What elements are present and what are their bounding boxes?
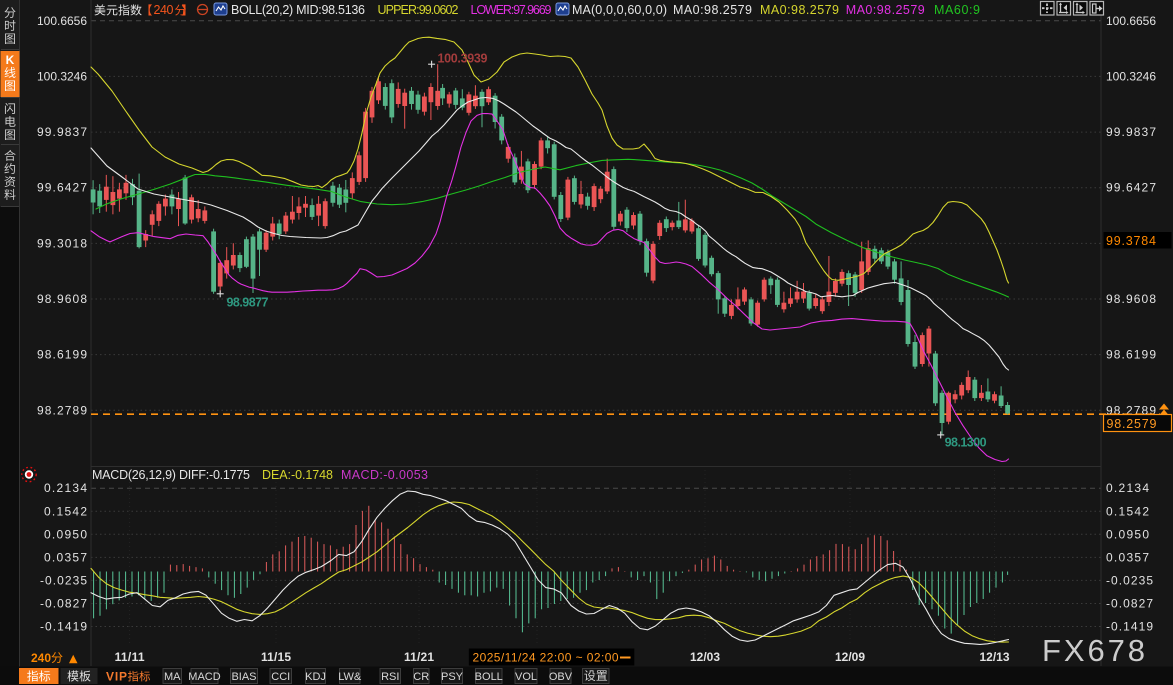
svg-text:0.2134: 0.2134 bbox=[1106, 481, 1149, 495]
svg-text:11/11: 11/11 bbox=[115, 650, 145, 664]
svg-text:MA0:98.2579: MA0:98.2579 bbox=[846, 3, 925, 17]
svg-text:MA60:9: MA60:9 bbox=[934, 3, 980, 17]
svg-text:LOWER:97.9669: LOWER:97.9669 bbox=[471, 3, 552, 17]
svg-text:0.0950: 0.0950 bbox=[1106, 527, 1149, 541]
svg-text:98.9608: 98.9608 bbox=[1106, 292, 1156, 306]
svg-text:MACD(26,12,9) DIFF:-0.1775: MACD(26,12,9) DIFF:-0.1775 bbox=[92, 468, 250, 482]
svg-text:FX678: FX678 bbox=[1042, 633, 1145, 668]
svg-text:0.1542: 0.1542 bbox=[44, 504, 87, 518]
svg-text:0.0357: 0.0357 bbox=[44, 550, 87, 564]
svg-text:0.0357: 0.0357 bbox=[1106, 550, 1149, 564]
svg-text:99.3784: 99.3784 bbox=[1106, 234, 1156, 248]
svg-text:LW&: LW& bbox=[338, 671, 362, 683]
svg-text:RSI: RSI bbox=[381, 671, 399, 683]
svg-text:100.6656: 100.6656 bbox=[1106, 14, 1156, 28]
svg-text:98.2579: 98.2579 bbox=[1107, 417, 1157, 431]
svg-text:100.6656: 100.6656 bbox=[37, 14, 87, 28]
svg-text:99.9837: 99.9837 bbox=[1106, 125, 1156, 139]
svg-text:0.2134: 0.2134 bbox=[44, 481, 87, 495]
svg-text:-0.0827: -0.0827 bbox=[1106, 597, 1153, 611]
svg-text:-0.1419: -0.1419 bbox=[1106, 620, 1153, 634]
svg-text:12/13: 12/13 bbox=[980, 650, 1010, 664]
svg-text:UPPER:99.0602: UPPER:99.0602 bbox=[378, 3, 459, 17]
svg-text:MA0:98.2579: MA0:98.2579 bbox=[760, 3, 839, 17]
svg-text:PSY: PSY bbox=[441, 671, 464, 683]
svg-text:240: 240 bbox=[154, 3, 174, 17]
svg-text:12/03: 12/03 bbox=[690, 650, 720, 664]
svg-text:11/21: 11/21 bbox=[404, 650, 434, 664]
svg-text:-0.0827: -0.0827 bbox=[40, 597, 87, 611]
svg-text:VOL: VOL bbox=[515, 671, 537, 683]
svg-text:99.6427: 99.6427 bbox=[1106, 181, 1156, 195]
svg-text:MACD:-0.0053: MACD:-0.0053 bbox=[341, 468, 428, 482]
svg-text:OBV: OBV bbox=[549, 671, 573, 683]
svg-text:98.1300: 98.1300 bbox=[945, 436, 987, 450]
svg-text:-0.0235: -0.0235 bbox=[40, 573, 87, 587]
svg-text:MA0:98.2579: MA0:98.2579 bbox=[673, 3, 752, 17]
svg-text:99.3018: 99.3018 bbox=[37, 236, 87, 250]
svg-text:0.0950: 0.0950 bbox=[44, 527, 87, 541]
svg-text:98.9877: 98.9877 bbox=[227, 296, 269, 310]
svg-text:K: K bbox=[6, 53, 15, 67]
svg-text:BOLL(20,2) MID:98.5136: BOLL(20,2) MID:98.5136 bbox=[231, 3, 365, 17]
svg-text:BOLL: BOLL bbox=[475, 671, 503, 683]
svg-text:98.6199: 98.6199 bbox=[1106, 348, 1156, 362]
svg-text:12/09: 12/09 bbox=[835, 650, 865, 664]
svg-text:100.3246: 100.3246 bbox=[1106, 69, 1156, 83]
svg-text:BIAS: BIAS bbox=[231, 671, 256, 683]
svg-text:240: 240 bbox=[31, 651, 51, 665]
svg-text:2025/11/24 22:00 ~ 02:00: 2025/11/24 22:00 ~ 02:00 bbox=[473, 651, 619, 665]
svg-text:-0.0235: -0.0235 bbox=[1106, 573, 1153, 587]
svg-text:100.3246: 100.3246 bbox=[37, 69, 87, 83]
svg-text:98.6199: 98.6199 bbox=[37, 348, 87, 362]
svg-text:MA: MA bbox=[164, 671, 181, 683]
svg-text:MACD: MACD bbox=[188, 671, 220, 683]
svg-text:11/15: 11/15 bbox=[261, 650, 291, 664]
svg-text:DEA:-0.1748: DEA:-0.1748 bbox=[262, 468, 333, 482]
svg-text:99.9837: 99.9837 bbox=[37, 125, 87, 139]
svg-text:VIP: VIP bbox=[106, 670, 127, 684]
svg-text:CR: CR bbox=[413, 671, 429, 683]
svg-text:98.2789: 98.2789 bbox=[37, 403, 87, 417]
svg-text:MA(0,0,0,60,0,0): MA(0,0,0,60,0,0) bbox=[572, 3, 667, 17]
svg-text:99.6427: 99.6427 bbox=[37, 181, 87, 195]
svg-text:98.9608: 98.9608 bbox=[37, 292, 87, 306]
svg-text:0.1542: 0.1542 bbox=[1106, 504, 1149, 518]
svg-text:-0.1419: -0.1419 bbox=[40, 620, 87, 634]
svg-text:KDJ: KDJ bbox=[305, 671, 326, 683]
svg-text:CCI: CCI bbox=[271, 671, 290, 683]
svg-text:100.3939: 100.3939 bbox=[438, 52, 488, 66]
